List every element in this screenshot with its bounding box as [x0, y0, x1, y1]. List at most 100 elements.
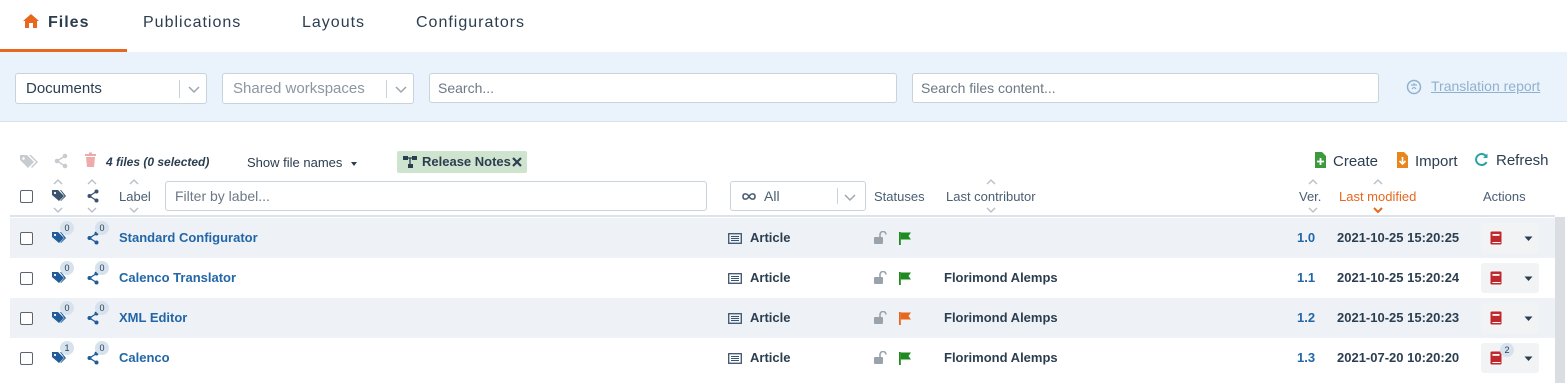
file-label-link[interactable]: XML Editor: [119, 298, 187, 338]
select-separator: [837, 188, 838, 204]
import-label: Import: [1415, 153, 1458, 170]
tags-icon[interactable]: [19, 153, 39, 169]
chevron-down-icon[interactable]: [844, 191, 856, 203]
refresh-icon: [1475, 153, 1488, 166]
import-button[interactable]: Import: [1396, 152, 1458, 170]
article-icon: [728, 233, 742, 244]
tab-publications[interactable]: Publications: [143, 0, 241, 52]
share-count-badge: 0: [95, 341, 109, 355]
tab-configurators[interactable]: Configurators: [416, 0, 525, 52]
row-actions-dropdown[interactable]: [1481, 223, 1539, 253]
share-count-badge: 0: [95, 301, 109, 315]
status-filter-select[interactable]: All: [730, 181, 866, 211]
workspace-select[interactable]: Shared workspaces: [222, 73, 414, 104]
trash-icon[interactable]: [84, 152, 97, 168]
version-link[interactable]: 1.3: [1297, 338, 1315, 378]
column-last-contributor[interactable]: Last contributor: [946, 189, 1036, 204]
label-filter-input[interactable]: Filter by label...: [165, 181, 707, 211]
unlock-icon[interactable]: [873, 231, 887, 245]
home-icon: [23, 13, 39, 28]
infinity-icon: [742, 193, 756, 200]
file-type: Article: [750, 350, 791, 365]
tab-bar: Files Publications Layouts Configurators: [0, 0, 1567, 52]
last-modified-date: 2021-07-20 10:20:20: [1337, 350, 1460, 365]
caret-down-icon[interactable]: [1524, 276, 1533, 282]
caret-down-icon: [351, 161, 358, 166]
new-file-icon: [1315, 152, 1326, 168]
book-icon[interactable]: [1490, 271, 1502, 285]
tab-files[interactable]: Files: [22, 0, 89, 52]
refresh-button[interactable]: Refresh: [1474, 152, 1549, 169]
file-label-link[interactable]: Calenco: [119, 338, 170, 378]
version-link[interactable]: 1.0: [1297, 218, 1315, 258]
remove-tag-icon[interactable]: [512, 157, 522, 167]
caret-down-icon[interactable]: [1524, 316, 1533, 322]
import-file-icon: [1397, 152, 1408, 168]
column-actions: Actions: [1483, 189, 1526, 204]
status-filter-value: All: [764, 188, 780, 204]
column-last-modified[interactable]: Last modified: [1339, 189, 1416, 204]
chevron-down-icon[interactable]: [395, 83, 407, 95]
active-tag-label: Release Notes: [422, 154, 511, 169]
show-file-names-label: Show file names: [247, 155, 343, 170]
contributor-name: Florimond Alemps: [944, 350, 1058, 365]
tree-icon: [403, 156, 417, 168]
file-type: Article: [750, 230, 791, 245]
tab-files-label: Files: [48, 14, 90, 31]
book-icon[interactable]: [1490, 311, 1502, 325]
table-row[interactable]: 1 0 Calenco Article Florimond Alemps 1.3 2021-…: [10, 338, 1555, 378]
flag-icon[interactable]: [898, 311, 912, 325]
refresh-label: Refresh: [1496, 152, 1549, 169]
row-actions-dropdown[interactable]: 2: [1481, 343, 1539, 373]
table-row[interactable]: 0 0 XML Editor Article Florimond Alemps 1.2 20…: [10, 298, 1555, 338]
column-label[interactable]: Label: [119, 189, 151, 204]
translation-report-link[interactable]: Translation report: [1431, 78, 1540, 94]
book-icon[interactable]: [1490, 231, 1502, 245]
row-actions-dropdown[interactable]: [1481, 263, 1539, 293]
row-checkbox[interactable]: [20, 312, 33, 325]
document-type-select[interactable]: Documents: [15, 73, 207, 104]
file-type: Article: [750, 310, 791, 325]
caret-down-icon[interactable]: [1524, 356, 1533, 362]
table-row[interactable]: 0 0 Calenco Translator Article Florimond Ale…: [10, 258, 1555, 298]
file-count: 4 files (0 selected): [106, 155, 210, 169]
file-label-link[interactable]: Standard Configurator: [119, 218, 258, 258]
select-separator: [179, 80, 180, 98]
caret-down-icon[interactable]: [1524, 236, 1533, 242]
row-checkbox[interactable]: [20, 272, 33, 285]
article-icon: [728, 273, 742, 284]
translation-icon: [1406, 79, 1422, 95]
create-label: Create: [1333, 153, 1379, 170]
show-file-names-toggle[interactable]: Show file names: [247, 155, 358, 170]
file-label-link[interactable]: Calenco Translator: [119, 258, 236, 298]
flag-icon[interactable]: [898, 271, 912, 285]
vertical-scrollbar[interactable]: [1555, 217, 1565, 383]
share-icon[interactable]: [54, 153, 68, 169]
active-tag-filter[interactable]: Release Notes: [397, 151, 527, 173]
share-column-icon: [87, 189, 99, 203]
row-checkbox[interactable]: [20, 352, 33, 365]
table-row[interactable]: 0 0 Standard Configurator Article 1.0 2021-10…: [10, 218, 1555, 258]
tab-layouts[interactable]: Layouts: [302, 0, 365, 52]
flag-icon[interactable]: [898, 351, 912, 365]
tags-column-icon: [52, 190, 66, 201]
search-input[interactable]: Search...: [429, 73, 897, 103]
version-count-badge: 2: [1500, 343, 1514, 357]
version-link[interactable]: 1.2: [1297, 298, 1315, 338]
unlock-icon[interactable]: [873, 351, 887, 365]
select-all-checkbox[interactable]: [20, 190, 33, 203]
tag-count-badge: 0: [60, 301, 74, 315]
column-version[interactable]: Ver.: [1299, 189, 1321, 204]
content-search-input[interactable]: Search files content...: [912, 73, 1379, 103]
contributor-name: Florimond Alemps: [944, 270, 1058, 285]
flag-icon[interactable]: [898, 231, 912, 245]
row-actions-dropdown[interactable]: [1481, 303, 1539, 333]
chevron-down-icon[interactable]: [188, 83, 200, 95]
unlock-icon[interactable]: [873, 271, 887, 285]
create-button[interactable]: Create: [1314, 152, 1378, 170]
version-link[interactable]: 1.1: [1297, 258, 1315, 298]
unlock-icon[interactable]: [873, 311, 887, 325]
row-checkbox[interactable]: [20, 232, 33, 245]
last-modified-date: 2021-10-25 15:20:23: [1337, 310, 1460, 325]
tag-count-badge: 0: [60, 261, 74, 275]
